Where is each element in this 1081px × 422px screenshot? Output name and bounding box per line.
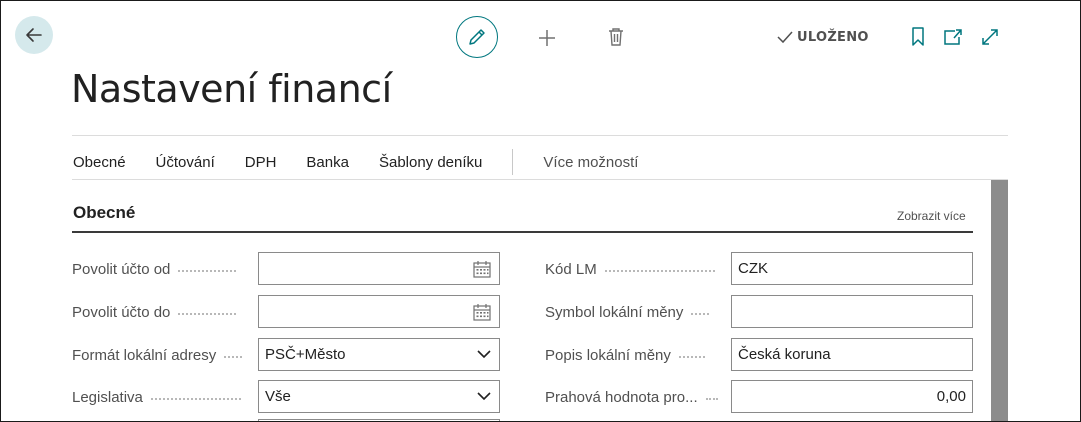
lcy-code-input[interactable]: CZK [731,252,973,285]
plus-icon [539,30,555,46]
edit-button[interactable] [456,16,498,58]
back-button[interactable] [15,16,53,54]
field-row: Symbol lokální měny [545,295,710,329]
field-row: Povolit účto od [72,252,237,286]
tab-uctovani[interactable]: Účtování [156,154,215,171]
allow-posting-from-input[interactable] [258,252,500,285]
threshold-value-input[interactable]: 0,00 [731,380,973,413]
vertical-scrollbar[interactable] [991,180,1008,421]
open-in-new-window-icon [944,29,962,45]
saved-label: ULOŽENO [797,29,869,45]
tab-dph[interactable]: DPH [245,154,277,171]
back-arrow-icon [26,28,42,42]
field-label: Prahová hodnota pro... [545,388,698,406]
local-address-format-select[interactable]: PSČ+Město [258,338,500,371]
local-currency-symbol-input[interactable] [731,295,973,328]
divider [72,135,1008,136]
field-label: Povolit účto do [72,303,171,321]
field-row: Povolit účto do [72,295,237,329]
field-dots [178,270,237,272]
show-more-link[interactable]: Zobrazit více [897,209,966,223]
field-dots [705,398,718,400]
expand-button[interactable] [979,26,1001,48]
bookmark-icon [912,27,924,46]
field-row: Legislativa [72,380,241,414]
expand-icon [982,29,998,45]
saved-status: ULOŽENO [777,27,869,47]
field-label: Formát lokální adresy [72,346,217,364]
field-row: Prahová hodnota pro... [545,380,718,414]
page-frame: ULOŽENO Nastavení financí Obecné Účtován… [0,0,1081,422]
section-underline [72,231,973,233]
section-title[interactable]: Obecné [73,203,135,223]
field-label: Symbol lokální měny [545,303,684,321]
tab-sablony-deniku[interactable]: Šablony deníku [379,154,482,171]
calendar-icon[interactable] [473,304,491,321]
field-dots [691,313,710,315]
action-tabs: Obecné Účtování DPH Banka Šablony deníku… [73,149,638,175]
field-row: Kód LM [545,252,715,286]
tab-obecne[interactable]: Obecné [73,154,126,171]
trash-icon [609,28,623,46]
local-currency-description-input[interactable]: Česká koruna [731,338,973,371]
checkmark-icon [777,31,793,44]
tab-separator [512,149,514,175]
field-dots [678,356,705,358]
field-label: Legislativa [72,388,143,406]
new-button[interactable] [536,27,558,49]
field-row: Formát lokální adresy [72,338,243,372]
page-title: Nastavení financí [71,67,392,111]
delete-button[interactable] [605,26,627,48]
more-options-tab[interactable]: Více možností [543,154,638,171]
divider [72,179,1008,180]
field-label: Kód LM [545,260,597,278]
field-row: Popis lokální měny [545,338,705,372]
chevron-down-icon [477,350,491,359]
field-dots [224,356,243,358]
legislation-select[interactable]: Vše [258,380,500,413]
field-dots [178,313,237,315]
calendar-icon[interactable] [473,261,491,278]
open-in-new-window-button[interactable] [942,26,964,48]
chevron-down-icon [477,392,491,401]
bookmark-button[interactable] [908,26,928,48]
field-dots [604,270,715,272]
field-label: Povolit účto od [72,260,171,278]
field-label: Popis lokální měny [545,346,671,364]
allow-posting-to-input[interactable] [258,295,500,328]
field-dots [150,398,241,400]
pencil-icon [469,29,485,45]
tab-banka[interactable]: Banka [306,154,349,171]
